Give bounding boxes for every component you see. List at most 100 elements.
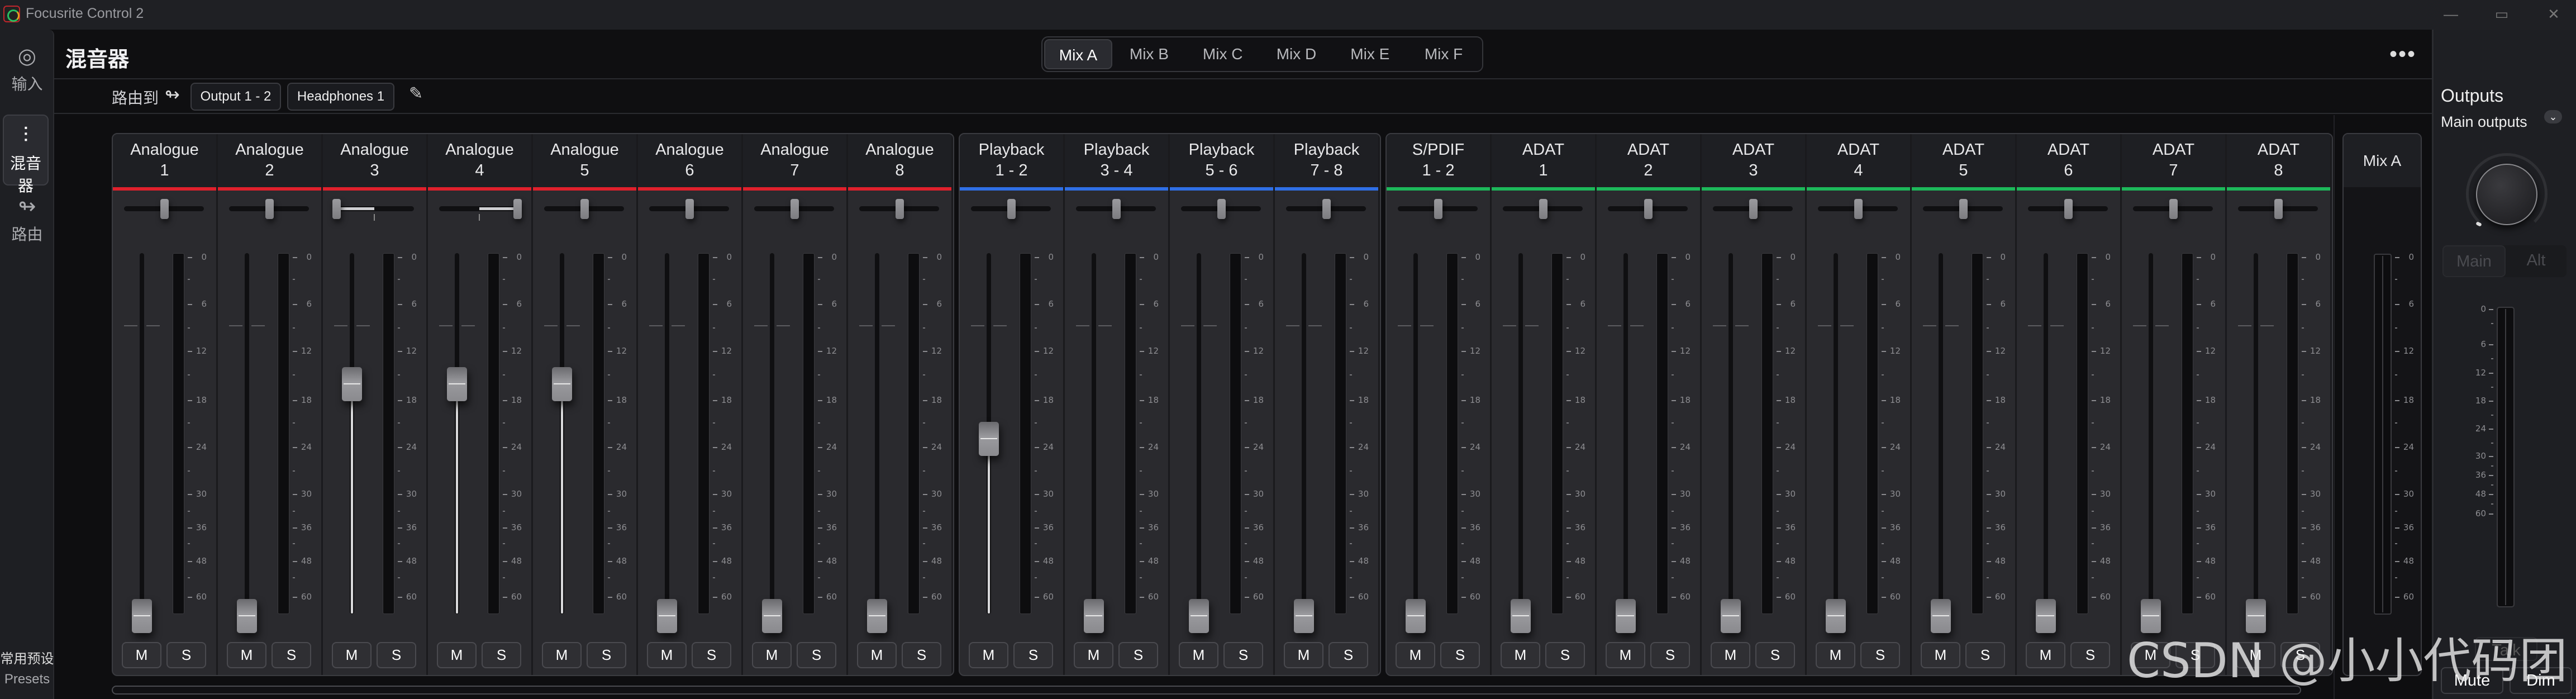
solo-button[interactable]: S: [1860, 642, 1900, 668]
main-mode-button[interactable]: Main: [2442, 245, 2506, 277]
fader-track[interactable]: [1197, 253, 1201, 614]
pan-handle[interactable]: [1322, 199, 1331, 219]
fader-handle[interactable]: [552, 367, 572, 401]
solo-button[interactable]: S: [1755, 642, 1795, 668]
fader-track[interactable]: [2254, 253, 2258, 614]
fader-handle[interactable]: [1826, 599, 1846, 633]
presets-button[interactable]: 常用预设 Presets: [0, 644, 54, 687]
pan-handle[interactable]: [1217, 199, 1226, 219]
fader-track[interactable]: [770, 253, 774, 614]
more-icon[interactable]: •••: [2389, 42, 2416, 67]
mute-button[interactable]: M: [647, 642, 687, 668]
pan-handle[interactable]: [1959, 199, 1968, 219]
solo-button[interactable]: S: [1965, 642, 2005, 668]
tab-mix-b[interactable]: Mix B: [1112, 39, 1186, 69]
mute-button[interactable]: M: [1501, 642, 1540, 668]
mute-button[interactable]: M: [1711, 642, 1750, 668]
pan-handle[interactable]: [1644, 199, 1653, 219]
mute-button[interactable]: M: [437, 642, 477, 668]
alt-mode-button[interactable]: Alt: [2506, 245, 2567, 277]
pan-handle[interactable]: [685, 199, 694, 219]
solo-button[interactable]: S: [2175, 642, 2215, 668]
solo-button[interactable]: S: [2070, 642, 2110, 668]
fader-handle[interactable]: [657, 599, 677, 633]
mute-button[interactable]: M: [2026, 642, 2065, 668]
fader-handle[interactable]: [237, 599, 257, 633]
headphones-1-button[interactable]: Headphones 1: [287, 83, 394, 111]
fader-track[interactable]: [665, 253, 669, 614]
mute-button[interactable]: M: [1179, 642, 1218, 668]
sidebar-item-routing[interactable]: ↬ 路由: [0, 194, 54, 245]
mute-button[interactable]: M: [227, 642, 266, 668]
mute-button[interactable]: M: [1074, 642, 1113, 668]
solo-button[interactable]: S: [797, 642, 836, 668]
mute-button[interactable]: M: [752, 642, 792, 668]
close-button[interactable]: ✕: [2542, 4, 2565, 23]
fader-track[interactable]: [1092, 253, 1096, 614]
pan-handle[interactable]: [580, 199, 589, 219]
fader-track[interactable]: [1518, 253, 1523, 614]
pan-handle[interactable]: [790, 199, 799, 219]
fader-track[interactable]: [1623, 253, 1628, 614]
solo-button[interactable]: S: [1545, 642, 1585, 668]
fader-track[interactable]: [2044, 253, 2048, 614]
chevron-down-icon[interactable]: ⌄: [2544, 110, 2562, 123]
pan-handle[interactable]: [1434, 199, 1442, 219]
fader-handle[interactable]: [1616, 599, 1636, 633]
mute-button[interactable]: M: [1606, 642, 1645, 668]
mute-button[interactable]: M: [2131, 642, 2170, 668]
fader-track[interactable]: [1413, 253, 1418, 614]
pan-handle[interactable]: [2274, 199, 2283, 219]
solo-button[interactable]: S: [377, 642, 416, 668]
fader-handle[interactable]: [1189, 599, 1209, 633]
solo-button[interactable]: S: [1329, 642, 1368, 668]
pan-handle[interactable]: [2169, 199, 2178, 219]
fader-handle[interactable]: [2246, 599, 2266, 633]
solo-button[interactable]: S: [272, 642, 311, 668]
horizontal-scrollbar[interactable]: [112, 686, 2301, 695]
fader-handle[interactable]: [132, 599, 152, 633]
fader-track[interactable]: [1939, 253, 1943, 614]
fader-track[interactable]: [1302, 253, 1306, 614]
solo-button[interactable]: S: [482, 642, 521, 668]
pan-handle[interactable]: [265, 199, 274, 219]
tab-mix-e[interactable]: Mix E: [1333, 39, 1407, 69]
volume-knob[interactable]: [2476, 164, 2537, 225]
output-selector[interactable]: Main outputs: [2441, 113, 2527, 131]
solo-button[interactable]: S: [902, 642, 941, 668]
solo-button[interactable]: S: [1223, 642, 1263, 668]
fader-track[interactable]: [875, 253, 879, 614]
fader-handle[interactable]: [1511, 599, 1531, 633]
pan-handle[interactable]: [1112, 199, 1121, 219]
tab-mix-c[interactable]: Mix C: [1186, 39, 1260, 69]
fader-track[interactable]: [2149, 253, 2153, 614]
pan-handle[interactable]: [332, 199, 341, 219]
fader-handle[interactable]: [342, 367, 362, 401]
fader-track[interactable]: [245, 253, 249, 614]
mute-button[interactable]: M: [542, 642, 582, 668]
edit-pencil-icon[interactable]: ✎: [409, 84, 423, 103]
fader-handle[interactable]: [1931, 599, 1951, 633]
dim-button[interactable]: Dim: [2510, 667, 2572, 694]
mute-button[interactable]: M: [122, 642, 161, 668]
mute-button[interactable]: M: [332, 642, 372, 668]
solo-button[interactable]: S: [1650, 642, 1690, 668]
fader-handle[interactable]: [762, 599, 782, 633]
solo-button[interactable]: S: [1118, 642, 1158, 668]
pan-handle[interactable]: [1539, 199, 1547, 219]
solo-button[interactable]: S: [2280, 642, 2320, 668]
solo-button[interactable]: S: [1440, 642, 1480, 668]
fader-handle[interactable]: [979, 422, 999, 457]
fader-track[interactable]: [1834, 253, 1838, 614]
tab-mix-a[interactable]: Mix A: [1044, 39, 1112, 69]
pan-handle[interactable]: [1749, 199, 1758, 219]
mute-button[interactable]: M: [1284, 642, 1323, 668]
fader-handle[interactable]: [447, 367, 467, 401]
maximize-button[interactable]: ▭: [2491, 4, 2513, 23]
fader-track[interactable]: [1729, 253, 1733, 614]
solo-button[interactable]: S: [587, 642, 626, 668]
pan-handle[interactable]: [2064, 199, 2073, 219]
mute-button[interactable]: M: [857, 642, 897, 668]
mute-button[interactable]: M: [969, 642, 1008, 668]
pan-handle[interactable]: [160, 199, 169, 219]
